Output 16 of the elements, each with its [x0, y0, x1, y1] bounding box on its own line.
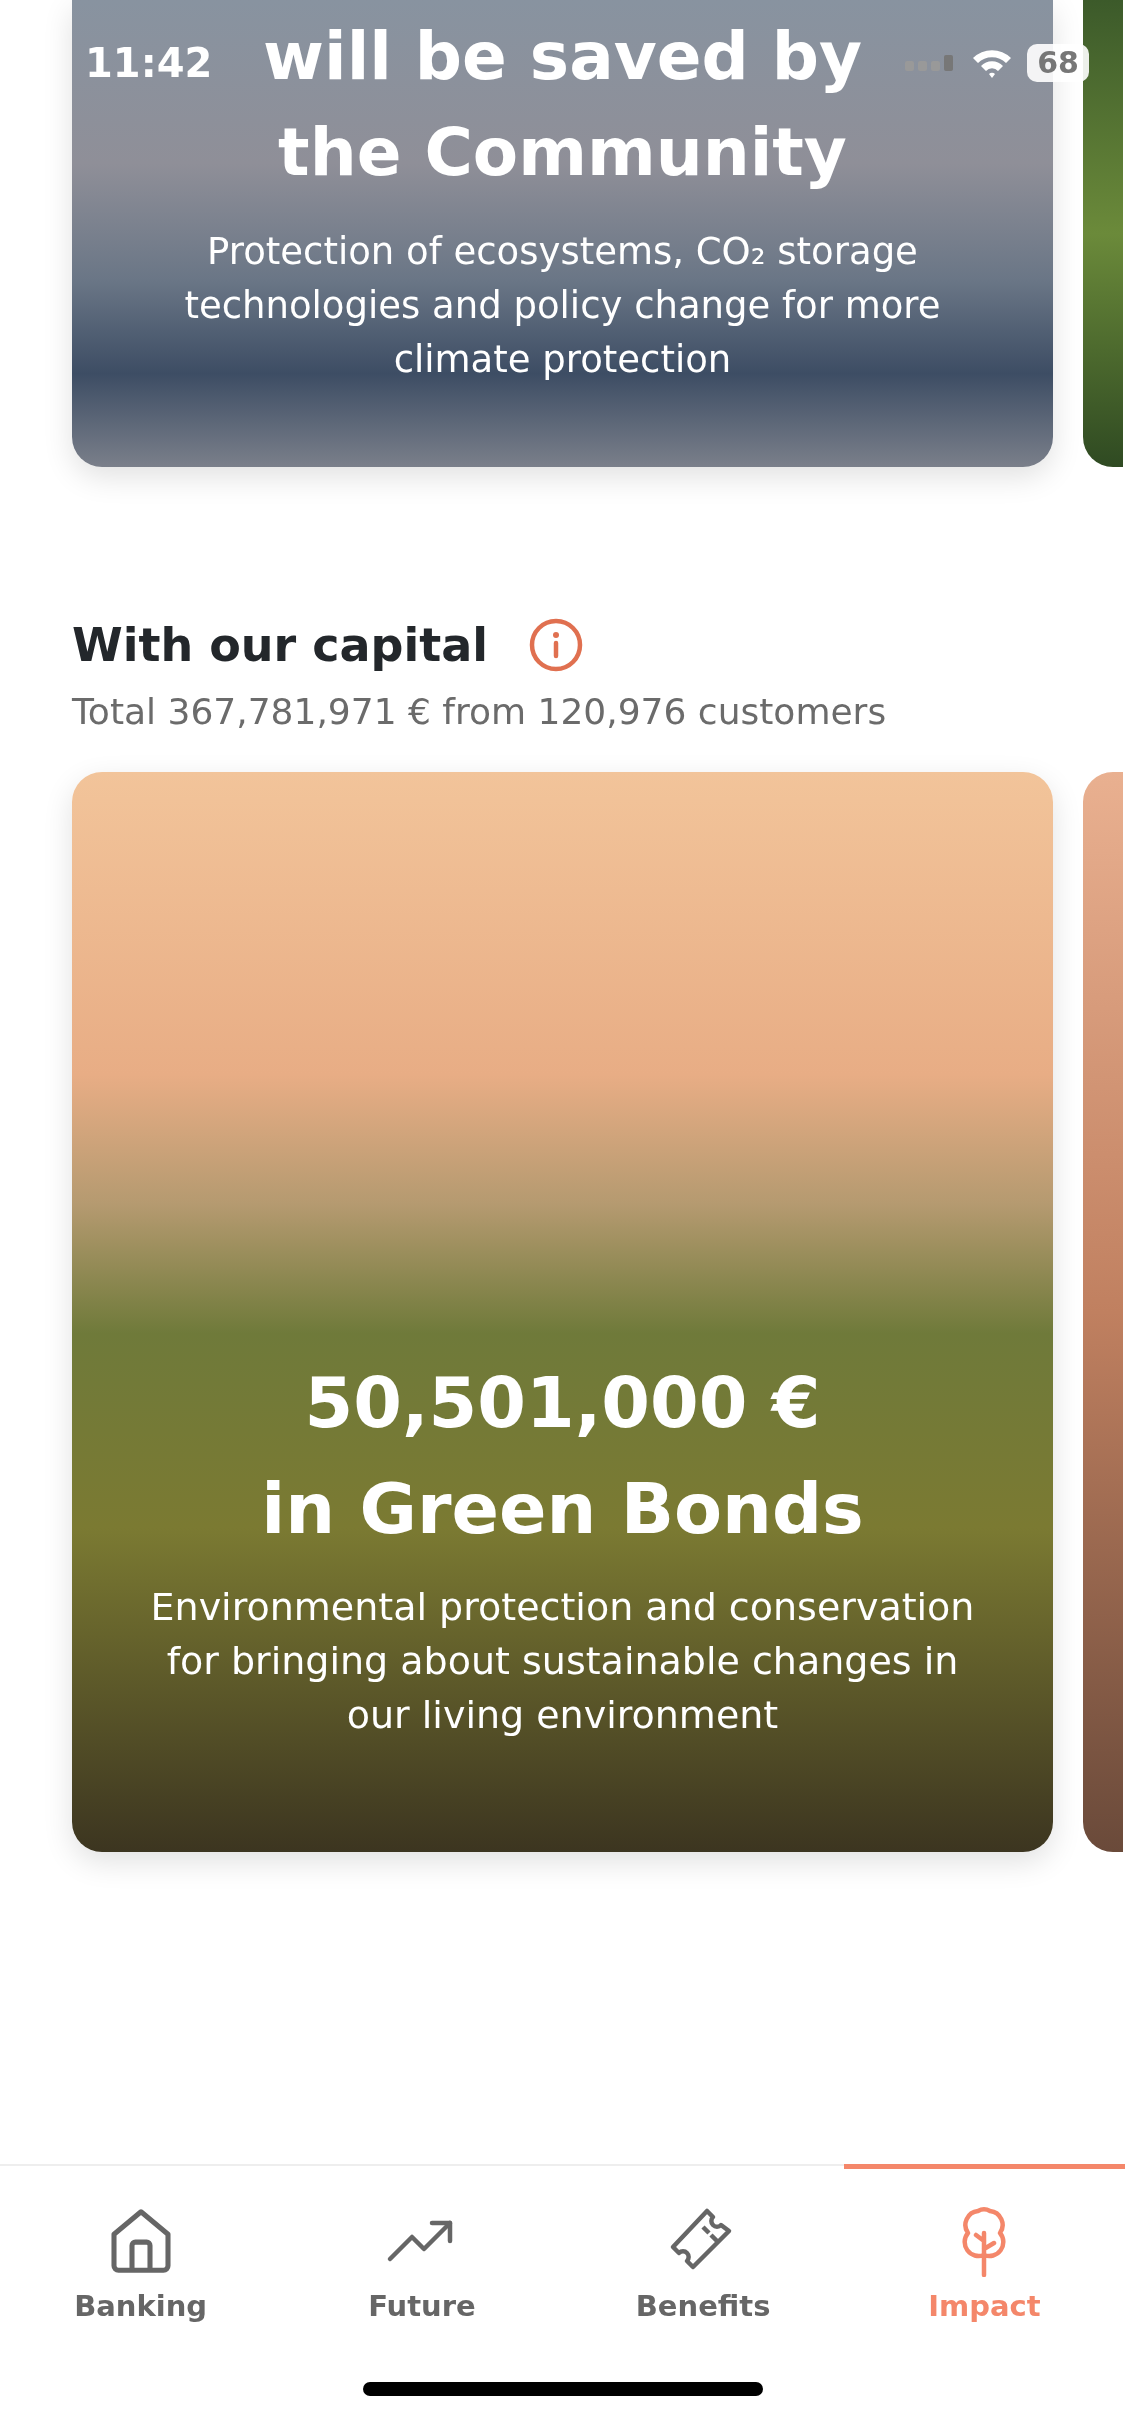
tab[interactable]: Benefits: [562, 2164, 844, 2366]
card-description: Protection of ecosystems, CO₂ storage technologies and policy change for more climate protection: [183, 229, 942, 383]
next-card-edge[interactable]: [1083, 0, 1123, 467]
battery-level: 68: [1027, 44, 1089, 82]
capital-summary: Total 367,781,971 € from 120,976 customers: [72, 691, 888, 732]
tab[interactable]: Banking: [0, 2164, 282, 2366]
tab[interactable]: Future: [281, 2164, 563, 2366]
section-heading: With our capital: [72, 618, 489, 672]
wind-turbine-photo-card[interactable]: 50,501,000 € in Green Bonds Environmental protection and conservation for bringing about sustainable changes in our living environment: [72, 772, 1053, 1852]
wifi-icon: [971, 47, 1014, 79]
info-icon[interactable]: [528, 617, 585, 673]
status-time: 11:42: [85, 40, 213, 86]
card-title: will be saved by the Community: [263, 17, 862, 193]
next-card-edge[interactable]: [1083, 772, 1123, 1852]
card-title: 50,501,000 € in Green Bonds: [261, 1361, 864, 1552]
card-description: Environmental protection and conservation for bringing about sustainable changes in our living environment: [149, 1584, 976, 1739]
